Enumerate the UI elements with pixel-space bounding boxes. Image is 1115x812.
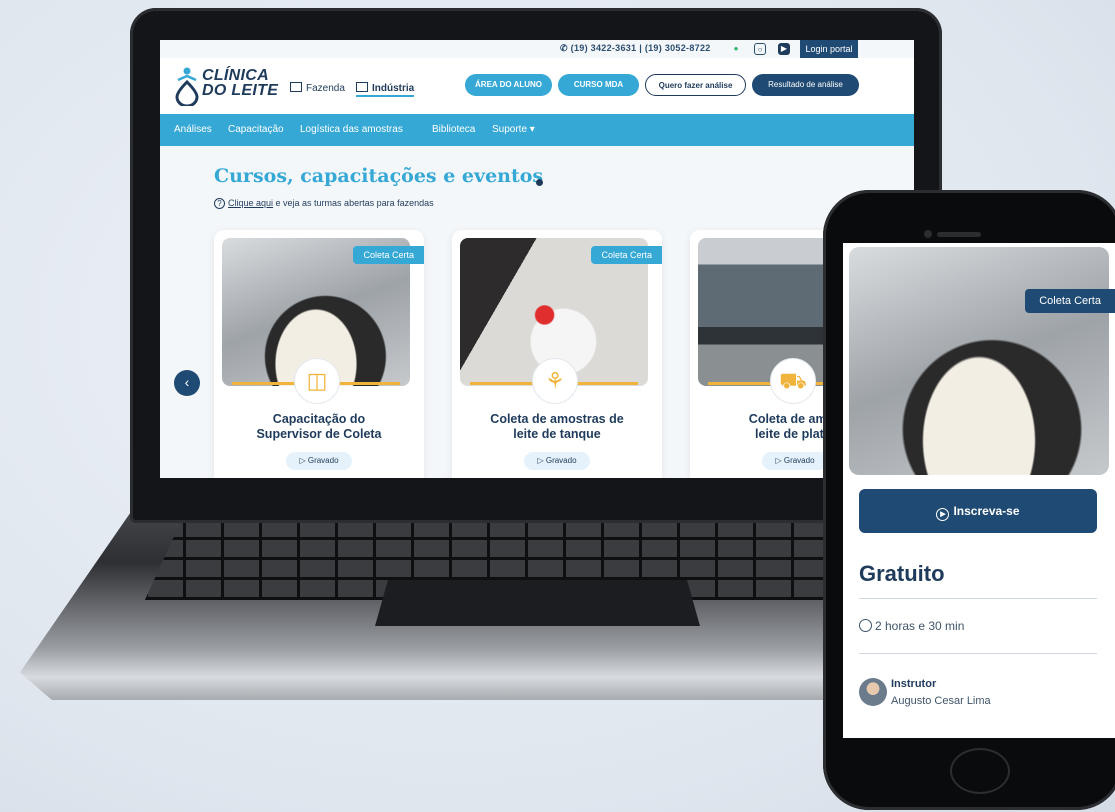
recorded-label: Gravado	[545, 456, 577, 465]
recorded-label: Gravado	[307, 456, 339, 465]
course-card[interactable]: Coleta Certa ⚘ Coleta de amostras de lei…	[452, 230, 662, 478]
instagram-icon[interactable]: ○	[754, 43, 766, 55]
divider	[859, 653, 1097, 654]
phone-screen: Coleta Certa ▶ Inscreva-se Gratuito 2 hor…	[843, 243, 1115, 738]
logo-text[interactable]: CLÍNICA DO LEITE	[202, 67, 279, 99]
play-icon: ▶	[936, 508, 950, 521]
subline: ? Clique aqui e veja as turmas abertas pa…	[214, 198, 434, 209]
help-icon: ?	[214, 198, 225, 209]
logo-drop-icon	[175, 67, 199, 106]
segment-industria-label: Indústria	[372, 83, 415, 94]
phone-speaker	[937, 232, 981, 237]
resultado-de-analise-button[interactable]: Resultado de análise	[752, 74, 859, 96]
clique-aqui-link[interactable]: Clique aqui	[228, 198, 273, 208]
recorded-pill: ▷ Gravado	[762, 452, 828, 470]
area-do-aluno-button[interactable]: ÁREA DO ALUNO	[465, 74, 552, 96]
card-title-line1: Coleta de amostras de	[490, 412, 624, 426]
card-badge: Coleta Certa	[353, 246, 424, 264]
card-title-line2: Supervisor de Coleta	[256, 427, 382, 441]
logo-line-1: CLÍNICA	[202, 67, 269, 84]
whatsapp-icon[interactable]: ●	[730, 43, 742, 55]
card-title-line1: Capacitação do	[272, 412, 366, 426]
recorded-pill: ▷ Gravado	[286, 452, 352, 470]
price: Gratuito	[859, 561, 945, 586]
phone-home-button	[950, 748, 1010, 794]
nav-capacitacao[interactable]: Capacitação	[228, 124, 284, 135]
top-bar: ✆ (19) 3422-3631 | (19) 3052-8722 ● ○ ▶ …	[160, 40, 914, 58]
nav-logistica[interactable]: Logística das amostras	[300, 124, 403, 135]
youtube-icon[interactable]: ▶	[778, 43, 790, 55]
barn-icon	[290, 82, 302, 92]
phone-camera	[924, 230, 932, 238]
nav-analises[interactable]: Análises	[174, 124, 212, 135]
header: CLÍNICA DO LEITE Fazenda Indústria ÁREA …	[160, 58, 914, 114]
title-dot	[536, 179, 543, 186]
sample-bottle-icon: ⚘	[532, 358, 578, 404]
laptop-screen: ✆ (19) 3422-3631 | (19) 3052-8722 ● ○ ▶ …	[160, 40, 914, 478]
instructor-label: Instrutor	[891, 678, 937, 690]
logo-line-2: DO LEITE	[202, 82, 279, 99]
login-portal-link[interactable]: Login portal	[800, 40, 858, 58]
course-card[interactable]: Coleta Certa ◫ Capacitação do Supervisor…	[214, 230, 424, 478]
subline-text: e veja as turmas abertas para fazendas	[273, 198, 434, 208]
duration-text: 2 horas e 30 min	[875, 619, 965, 633]
tank-icon: ◫	[294, 358, 340, 404]
instructor-avatar	[859, 678, 887, 706]
course-badge: Coleta Certa	[1025, 289, 1115, 313]
nav-suporte[interactable]: Suporte ▾	[492, 124, 535, 135]
card-badge: Coleta Certa	[591, 246, 662, 264]
curso-mda-button[interactable]: CURSO MDA	[558, 74, 639, 96]
segment-fazenda[interactable]: Fazenda	[290, 82, 345, 94]
segment-fazenda-label: Fazenda	[306, 83, 345, 94]
inscreva-se-label: Inscreva-se	[953, 504, 1020, 518]
phone-numbers: ✆ (19) 3422-3631 | (19) 3052-8722	[560, 43, 711, 53]
factory-icon	[356, 82, 368, 92]
clock-icon	[859, 619, 872, 632]
truck-icon: ⛟	[770, 358, 816, 404]
nav-biblioteca[interactable]: Biblioteca	[432, 124, 475, 135]
quero-fazer-analise-button[interactable]: Quero fazer análise	[645, 74, 746, 96]
card-title-line2: leite de tanque	[513, 427, 601, 441]
duration: 2 horas e 30 min	[859, 619, 964, 633]
recorded-label: Gravado	[783, 456, 815, 465]
instructor-name: Augusto Cesar Lima	[891, 695, 991, 707]
main-nav: Análises Capacitação Logística das amost…	[160, 114, 914, 146]
course-image	[849, 247, 1109, 475]
divider	[859, 598, 1097, 599]
recorded-pill: ▷ Gravado	[524, 452, 590, 470]
segment-industria[interactable]: Indústria	[356, 82, 415, 97]
carousel-prev-button[interactable]: ‹	[174, 370, 200, 396]
laptop-trackpad	[375, 580, 700, 626]
inscreva-se-button[interactable]: ▶ Inscreva-se	[859, 489, 1097, 533]
page-title: Cursos, capacitações e eventos	[214, 165, 544, 187]
